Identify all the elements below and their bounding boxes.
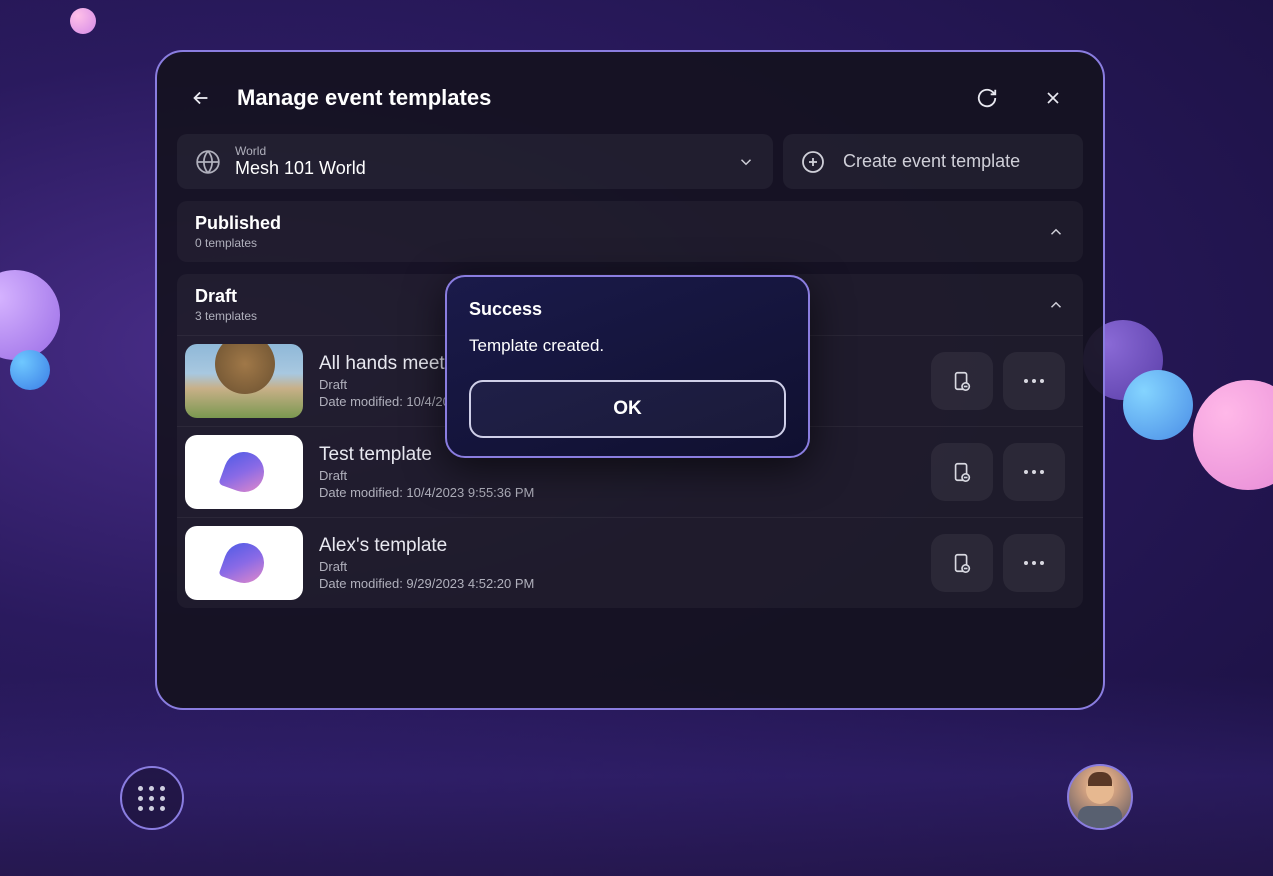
- avatar-icon: [1086, 776, 1114, 804]
- arrow-left-icon: [190, 87, 212, 109]
- template-more-button[interactable]: [1003, 352, 1065, 410]
- bg-orb: [70, 8, 96, 34]
- close-icon: [1043, 88, 1063, 108]
- success-dialog: Success Template created. OK: [445, 275, 810, 458]
- more-icon: [1023, 560, 1045, 566]
- close-button[interactable]: [1035, 80, 1071, 116]
- section-published: Published 0 templates: [177, 201, 1083, 262]
- world-dropdown[interactable]: World Mesh 101 World: [177, 134, 773, 189]
- page-title: Manage event templates: [237, 85, 951, 111]
- create-template-button[interactable]: Create event template: [783, 134, 1083, 189]
- world-value: Mesh 101 World: [235, 158, 723, 179]
- section-published-count: 0 templates: [195, 236, 1047, 250]
- dialog-title: Success: [469, 299, 786, 320]
- template-save-button[interactable]: [931, 352, 993, 410]
- section-published-title: Published: [195, 213, 1047, 234]
- back-button[interactable]: [183, 80, 219, 116]
- world-label: World: [235, 144, 723, 158]
- template-row[interactable]: Alex's template Draft Date modified: 9/2…: [177, 517, 1083, 608]
- section-published-header[interactable]: Published 0 templates: [177, 201, 1083, 262]
- dialog-message: Template created.: [469, 336, 786, 356]
- bg-orb: [0, 270, 60, 360]
- template-more-button[interactable]: [1003, 443, 1065, 501]
- template-thumbnail: [185, 344, 303, 418]
- create-template-label: Create event template: [843, 151, 1020, 172]
- device-icon: [951, 552, 973, 574]
- template-more-button[interactable]: [1003, 534, 1065, 592]
- avatar-button[interactable]: [1067, 764, 1133, 830]
- bg-orb: [1193, 380, 1273, 490]
- template-save-button[interactable]: [931, 534, 993, 592]
- template-date: Date modified: 9/29/2023 4:52:20 PM: [319, 576, 915, 591]
- dialog-ok-button[interactable]: OK: [469, 380, 786, 438]
- plus-circle-icon: [801, 150, 825, 174]
- chevron-down-icon: [737, 153, 755, 171]
- bg-orb: [1123, 370, 1193, 440]
- refresh-button[interactable]: [969, 80, 1005, 116]
- template-thumbnail: [185, 435, 303, 509]
- template-name: Alex's template: [319, 535, 915, 557]
- template-date: Date modified: 10/4/2023 9:55:36 PM: [319, 485, 915, 500]
- bg-orb: [10, 350, 50, 390]
- template-save-button[interactable]: [931, 443, 993, 501]
- template-status: Draft: [319, 468, 915, 483]
- grid-icon: [138, 786, 166, 811]
- chevron-up-icon: [1047, 296, 1065, 314]
- more-icon: [1023, 469, 1045, 475]
- globe-icon: [195, 149, 221, 175]
- chevron-up-icon: [1047, 223, 1065, 241]
- template-thumbnail: [185, 526, 303, 600]
- device-icon: [951, 461, 973, 483]
- panel-header: Manage event templates: [177, 72, 1083, 134]
- refresh-icon: [976, 87, 998, 109]
- more-icon: [1023, 378, 1045, 384]
- dialog-ok-label: OK: [613, 398, 642, 420]
- template-status: Draft: [319, 559, 915, 574]
- device-icon: [951, 370, 973, 392]
- app-menu-button[interactable]: [120, 766, 184, 830]
